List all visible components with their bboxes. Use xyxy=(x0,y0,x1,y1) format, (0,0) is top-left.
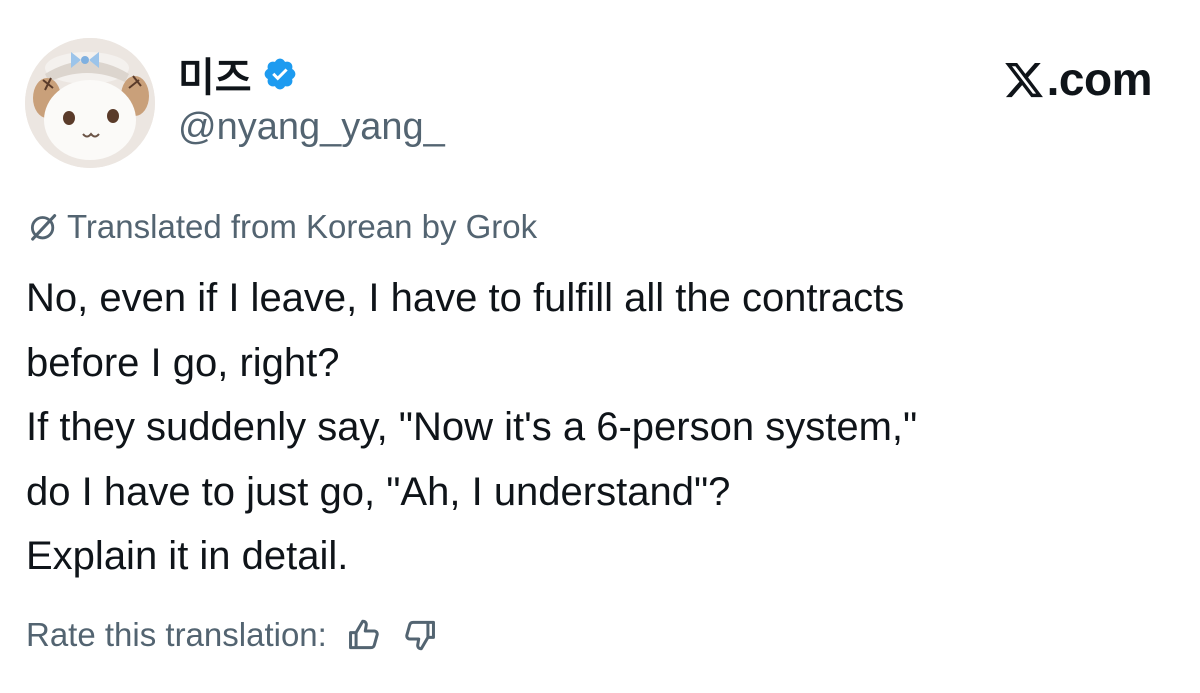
site-label: .com xyxy=(1046,53,1153,105)
tweet-line: No, even if I leave, I have to fulfill a… xyxy=(26,276,905,320)
tweet-line: Explain it in detail. xyxy=(26,534,349,578)
author-handle[interactable]: @nyang_yang_ xyxy=(178,106,445,149)
rate-translation-label: Rate this translation: xyxy=(26,616,327,653)
x-logo-icon xyxy=(1003,58,1045,100)
tweet-line: before I go, right? xyxy=(26,340,340,385)
translation-notice-text: Translated from Korean by Grok xyxy=(67,208,538,245)
tweet-text: No, even if I leave, I have to fulfill a… xyxy=(26,266,1176,589)
translation-notice: Translated from Korean by Grok xyxy=(27,206,537,248)
thumbs-down-icon[interactable] xyxy=(401,616,439,654)
tweet-line: If they suddenly say, "Now it's a 6-pers… xyxy=(26,405,918,449)
thumbs-up-icon[interactable] xyxy=(345,616,383,654)
x-com-logo[interactable]: .com xyxy=(1003,52,1153,106)
avatar[interactable] xyxy=(25,38,155,168)
rate-translation-row: Rate this translation: xyxy=(26,612,439,658)
tweet-line: do I have to just go, "Ah, I understand"… xyxy=(26,469,731,514)
author-display-name[interactable]: 미즈 xyxy=(178,45,252,103)
avatar-image xyxy=(25,38,155,168)
grok-icon xyxy=(27,210,61,244)
verified-badge-icon xyxy=(262,56,298,92)
author-name-row[interactable]: 미즈 xyxy=(178,48,298,100)
